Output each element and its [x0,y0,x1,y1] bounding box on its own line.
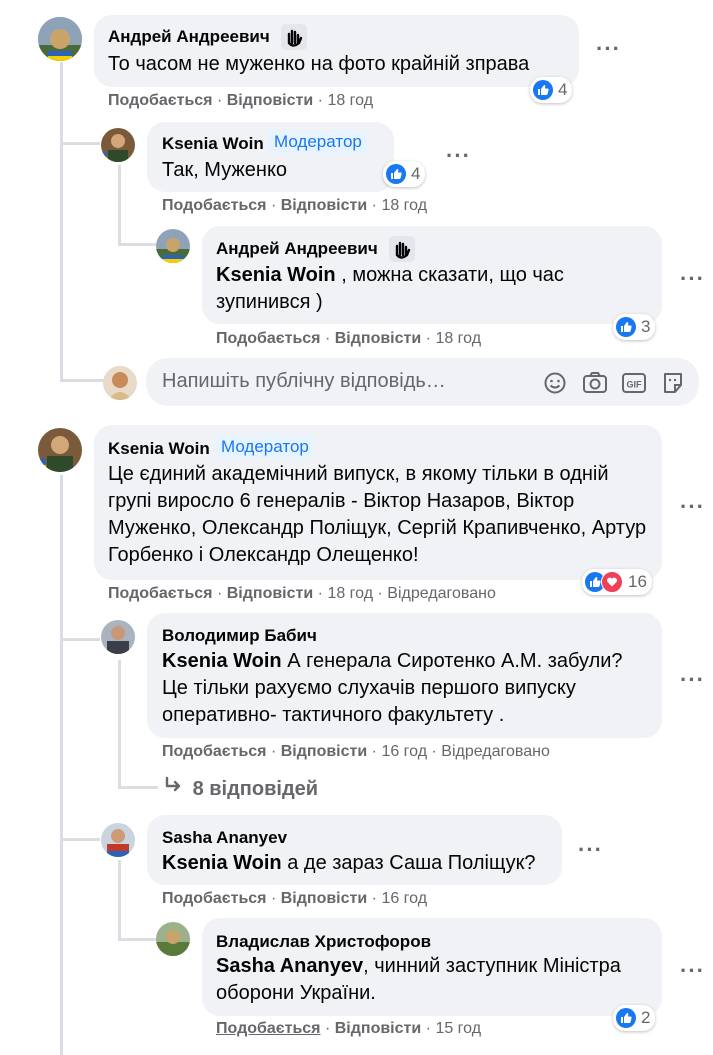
thread-line [118,786,158,789]
comment-text: Так, Муженко [162,159,288,181]
camera-icon[interactable] [582,371,608,400]
reply-link[interactable]: Відповісти [281,890,367,907]
mention-link[interactable]: Sasha Ananyev [216,955,363,977]
avatar[interactable] [101,128,135,162]
reply-link[interactable]: Відповісти [281,197,367,214]
reaction-summary[interactable]: 16 [582,569,652,595]
avatar[interactable] [38,428,82,472]
thread-line [60,62,63,382]
comment-meta: Подобається · Відповісти · 18 год [162,197,428,214]
like-icon [533,80,553,100]
reaction-summary[interactable]: 4 [530,77,573,103]
comment-text: Ksenia Woin а де зараз Саша Поліщук? [162,852,536,874]
avatar[interactable] [38,17,82,61]
reply-link[interactable]: Відповісти [227,92,313,109]
like-link[interactable]: Подобається [108,585,213,602]
more-options-button[interactable]: ··· [680,958,705,984]
like-link[interactable]: Подобається [162,197,267,214]
like-link[interactable]: Подобається [162,890,267,907]
svg-text:GIF: GIF [627,380,643,390]
comment-meta: Подобається · Відповісти · 18 год [216,330,482,347]
comment-time[interactable]: 18 год [327,585,373,602]
comment-time[interactable]: 16 год [381,743,427,760]
comment-time[interactable]: 16 год [381,890,427,907]
moderator-badge: Модератор [268,130,368,154]
like-link[interactable]: Подобається [108,92,213,109]
thread-line [60,838,100,841]
thread-line [118,660,121,788]
comment-meta: Подобається · Відповісти · 16 год · Відр… [162,743,550,760]
avatar [103,366,137,400]
thread-line [60,142,100,145]
comment-author[interactable]: Андрей Андреевич [108,27,270,47]
comment-time[interactable]: 15 год [435,1020,481,1037]
moderator-badge: Модератор [215,435,315,459]
like-icon [616,317,636,337]
comment-time[interactable]: 18 год [435,330,481,347]
reply-arrow-icon [163,775,187,801]
reply-input-placeholder: Напишіть публічну відповідь… [162,370,446,392]
more-options-button[interactable]: ··· [680,667,705,693]
thread-line [118,860,121,940]
comment-text: Це єдиний академічний випуск, в якому ті… [108,463,647,566]
thread-line [118,938,156,941]
comment-text: Sasha Ananyev, чинний заступник Міністра… [216,955,621,1004]
like-link[interactable]: Подобається [216,330,321,347]
comment-text: То часом не муженко на фото крайній зпра… [108,53,530,75]
reply-link[interactable]: Відповісти [227,585,313,602]
comment-text: Ksenia Woin А генерала Сиротенко А.М. за… [162,650,623,726]
comment-time[interactable]: 18 год [381,197,427,214]
mention-link[interactable]: Ksenia Woin [162,852,282,874]
thread-line [60,379,105,382]
reply-link[interactable]: Відповісти [281,743,367,760]
love-icon [601,571,623,593]
comment-author[interactable]: Владислав Христофоров [216,932,431,952]
comment-author[interactable]: Ksenia Woin [108,439,210,459]
avatar[interactable] [156,229,190,263]
sticker-icon[interactable] [661,371,685,400]
more-options-button[interactable]: ··· [578,837,603,863]
avatar[interactable] [101,823,135,857]
gif-icon[interactable]: GIF [621,371,647,400]
more-options-button[interactable]: ··· [680,494,705,520]
reply-link[interactable]: Відповісти [335,330,421,347]
comment-author[interactable]: Sasha Ananyev [162,828,287,848]
thread-line [60,475,63,1055]
comment-meta: Подобається · Відповісти · 15 год [216,1020,482,1037]
like-icon [386,164,406,184]
edited-label[interactable]: Відредаговано [441,743,550,760]
avatar[interactable] [101,620,135,654]
comment-author[interactable]: Андрей Андреевич [216,239,378,259]
thread-line [118,165,121,245]
like-link[interactable]: Подобається [162,743,267,760]
edited-label[interactable]: Відредаговано [387,585,496,602]
comment-meta: Подобається · Відповісти · 16 год [162,890,428,907]
thread-line [118,243,156,246]
thread-line [60,638,100,641]
more-options-button[interactable]: ··· [596,36,621,62]
comment-text: Ksenia Woin , можна сказати, що час зупи… [216,264,564,313]
reaction-summary[interactable]: 4 [383,161,426,187]
comment-author[interactable]: Володимир Бабич [162,626,317,646]
more-options-button[interactable]: ··· [446,143,471,169]
comment-meta: Подобається · Відповісти · 18 год [108,92,374,109]
view-more-replies-button[interactable]: 8 відповідей [163,775,318,801]
mention-link[interactable]: Ksenia Woin [162,650,282,672]
mention-link[interactable]: Ksenia Woin [216,264,336,286]
like-link[interactable]: Подобається [216,1020,321,1037]
comment-meta: Подобається · Відповісти · 18 год · Відр… [108,585,496,602]
like-icon [616,1008,636,1028]
reply-link[interactable]: Відповісти [335,1020,421,1037]
more-options-button[interactable]: ··· [680,266,705,292]
comment-time[interactable]: 18 год [327,92,373,109]
comment-author[interactable]: Ksenia Woin [162,134,264,154]
reaction-summary[interactable]: 2 [613,1005,656,1031]
emoji-icon[interactable] [543,371,567,400]
reaction-summary[interactable]: 3 [613,314,656,340]
avatar[interactable] [156,922,190,956]
